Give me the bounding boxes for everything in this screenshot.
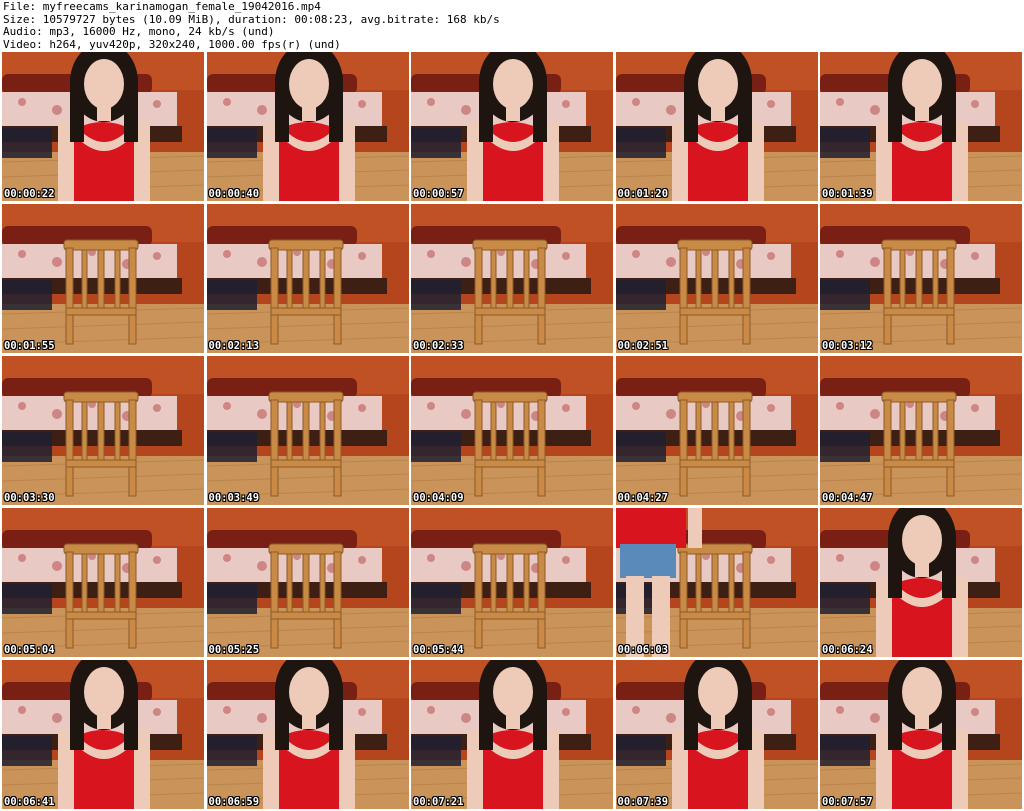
thumbnail-scene	[820, 204, 1022, 353]
thumbnail-frame: 00:06:41	[2, 660, 204, 809]
thumbnail-scene	[411, 660, 613, 809]
thumbnail-scene	[206, 508, 409, 657]
thumbnail-scene	[411, 508, 613, 657]
thumbnail-scene	[615, 204, 818, 353]
timestamp-label: 00:07:57	[822, 796, 873, 808]
timestamp-label: 00:02:33	[413, 340, 464, 352]
thumbnail-frame: 00:00:40	[206, 52, 409, 201]
thumbnail-scene	[411, 204, 613, 353]
thumbnail-frame: 00:04:27	[615, 356, 818, 505]
timestamp-label: 00:04:27	[617, 492, 669, 504]
timestamp-label: 00:01:20	[617, 188, 669, 200]
audio-info-line: Audio: mp3, 16000 Hz, mono, 24 kb/s (und…	[3, 25, 275, 38]
timestamp-label: 00:05:25	[208, 644, 260, 656]
timestamp-label: 00:01:39	[822, 188, 873, 200]
timestamp-label: 00:04:47	[822, 492, 873, 504]
timestamp-label: 00:04:09	[413, 492, 464, 504]
thumbnail-frame: 00:05:44	[411, 508, 613, 657]
thumbnail-scene	[820, 508, 1022, 657]
thumbnail-scene	[411, 356, 613, 505]
thumbnail-frame: 00:00:22	[2, 52, 204, 201]
thumbnail-scene	[206, 204, 409, 353]
thumbnail-scene	[2, 660, 204, 809]
thumbnail-scene	[206, 660, 409, 809]
timestamp-label: 00:05:04	[4, 644, 55, 656]
timestamp-label: 00:05:44	[413, 644, 464, 656]
thumbnail-scene	[2, 356, 204, 505]
timestamp-label: 00:03:12	[822, 340, 873, 352]
thumbnail-scene	[820, 52, 1022, 201]
timestamp-label: 00:01:55	[4, 340, 55, 352]
thumbnail-frame: 00:03:12	[820, 204, 1022, 353]
thumbnail-scene	[615, 356, 818, 505]
timestamp-label: 00:00:57	[413, 188, 464, 200]
file-name-line: File: myfreecams_karinamogan_female_1904…	[3, 0, 321, 13]
thumbnail-frame: 00:07:39	[615, 660, 818, 809]
timestamp-label: 00:03:49	[208, 492, 260, 504]
timestamp-label: 00:06:59	[208, 796, 260, 808]
timestamp-label: 00:02:13	[208, 340, 260, 352]
thumbnail-scene	[2, 508, 204, 657]
timestamp-label: 00:06:03	[617, 644, 669, 656]
thumbnail-frame: 00:06:03	[615, 508, 818, 657]
timestamp-label: 00:07:39	[617, 796, 669, 808]
thumbnail-frame: 00:03:30	[2, 356, 204, 505]
thumbnail-scene	[820, 660, 1022, 809]
thumbnail-scene	[206, 52, 409, 201]
thumbnail-frame: 00:01:39	[820, 52, 1022, 201]
thumbnail-scene	[411, 52, 613, 201]
thumbnail-frame: 00:01:20	[615, 52, 818, 201]
thumbnail-frame: 00:04:47	[820, 356, 1022, 505]
thumbnail-scene	[615, 52, 818, 201]
thumbnail-frame: 00:07:57	[820, 660, 1022, 809]
timestamp-label: 00:06:41	[4, 796, 55, 808]
video-info-header: File: myfreecams_karinamogan_female_1904…	[0, 0, 1024, 52]
thumbnail-frame: 00:05:04	[2, 508, 204, 657]
thumbnail-frame: 00:02:51	[615, 204, 818, 353]
video-info-line: Video: h264, yuv420p, 320x240, 1000.00 f…	[3, 37, 341, 51]
thumbnail-frame: 00:06:59	[206, 660, 409, 809]
thumbnail-grid: 00:00:22 00:00:40 00:00:57 00:01:20 00:01:39…	[2, 52, 1022, 809]
thumbnail-scene	[820, 356, 1022, 505]
thumbnail-frame: 00:05:25	[206, 508, 409, 657]
timestamp-label: 00:00:40	[208, 188, 260, 200]
thumbnail-frame: 00:01:55	[2, 204, 204, 353]
thumbnail-frame: 00:00:57	[411, 52, 613, 201]
thumbnail-scene	[615, 508, 818, 657]
timestamp-label: 00:06:24	[822, 644, 873, 656]
timestamp-label: 00:00:22	[4, 188, 55, 200]
thumbnail-scene	[206, 356, 409, 505]
timestamp-label: 00:07:21	[413, 796, 464, 808]
thumbnail-frame: 00:02:33	[411, 204, 613, 353]
thumbnail-scene	[2, 204, 204, 353]
thumbnail-frame: 00:03:49	[206, 356, 409, 505]
thumbnail-scene	[615, 660, 818, 809]
timestamp-label: 00:02:51	[617, 340, 669, 352]
thumbnail-frame: 00:06:24	[820, 508, 1022, 657]
thumbnail-scene	[2, 52, 204, 201]
thumbnail-frame: 00:02:13	[206, 204, 409, 353]
timestamp-label: 00:03:30	[4, 492, 55, 504]
thumbnail-frame: 00:07:21	[411, 660, 613, 809]
thumbnail-frame: 00:04:09	[411, 356, 613, 505]
